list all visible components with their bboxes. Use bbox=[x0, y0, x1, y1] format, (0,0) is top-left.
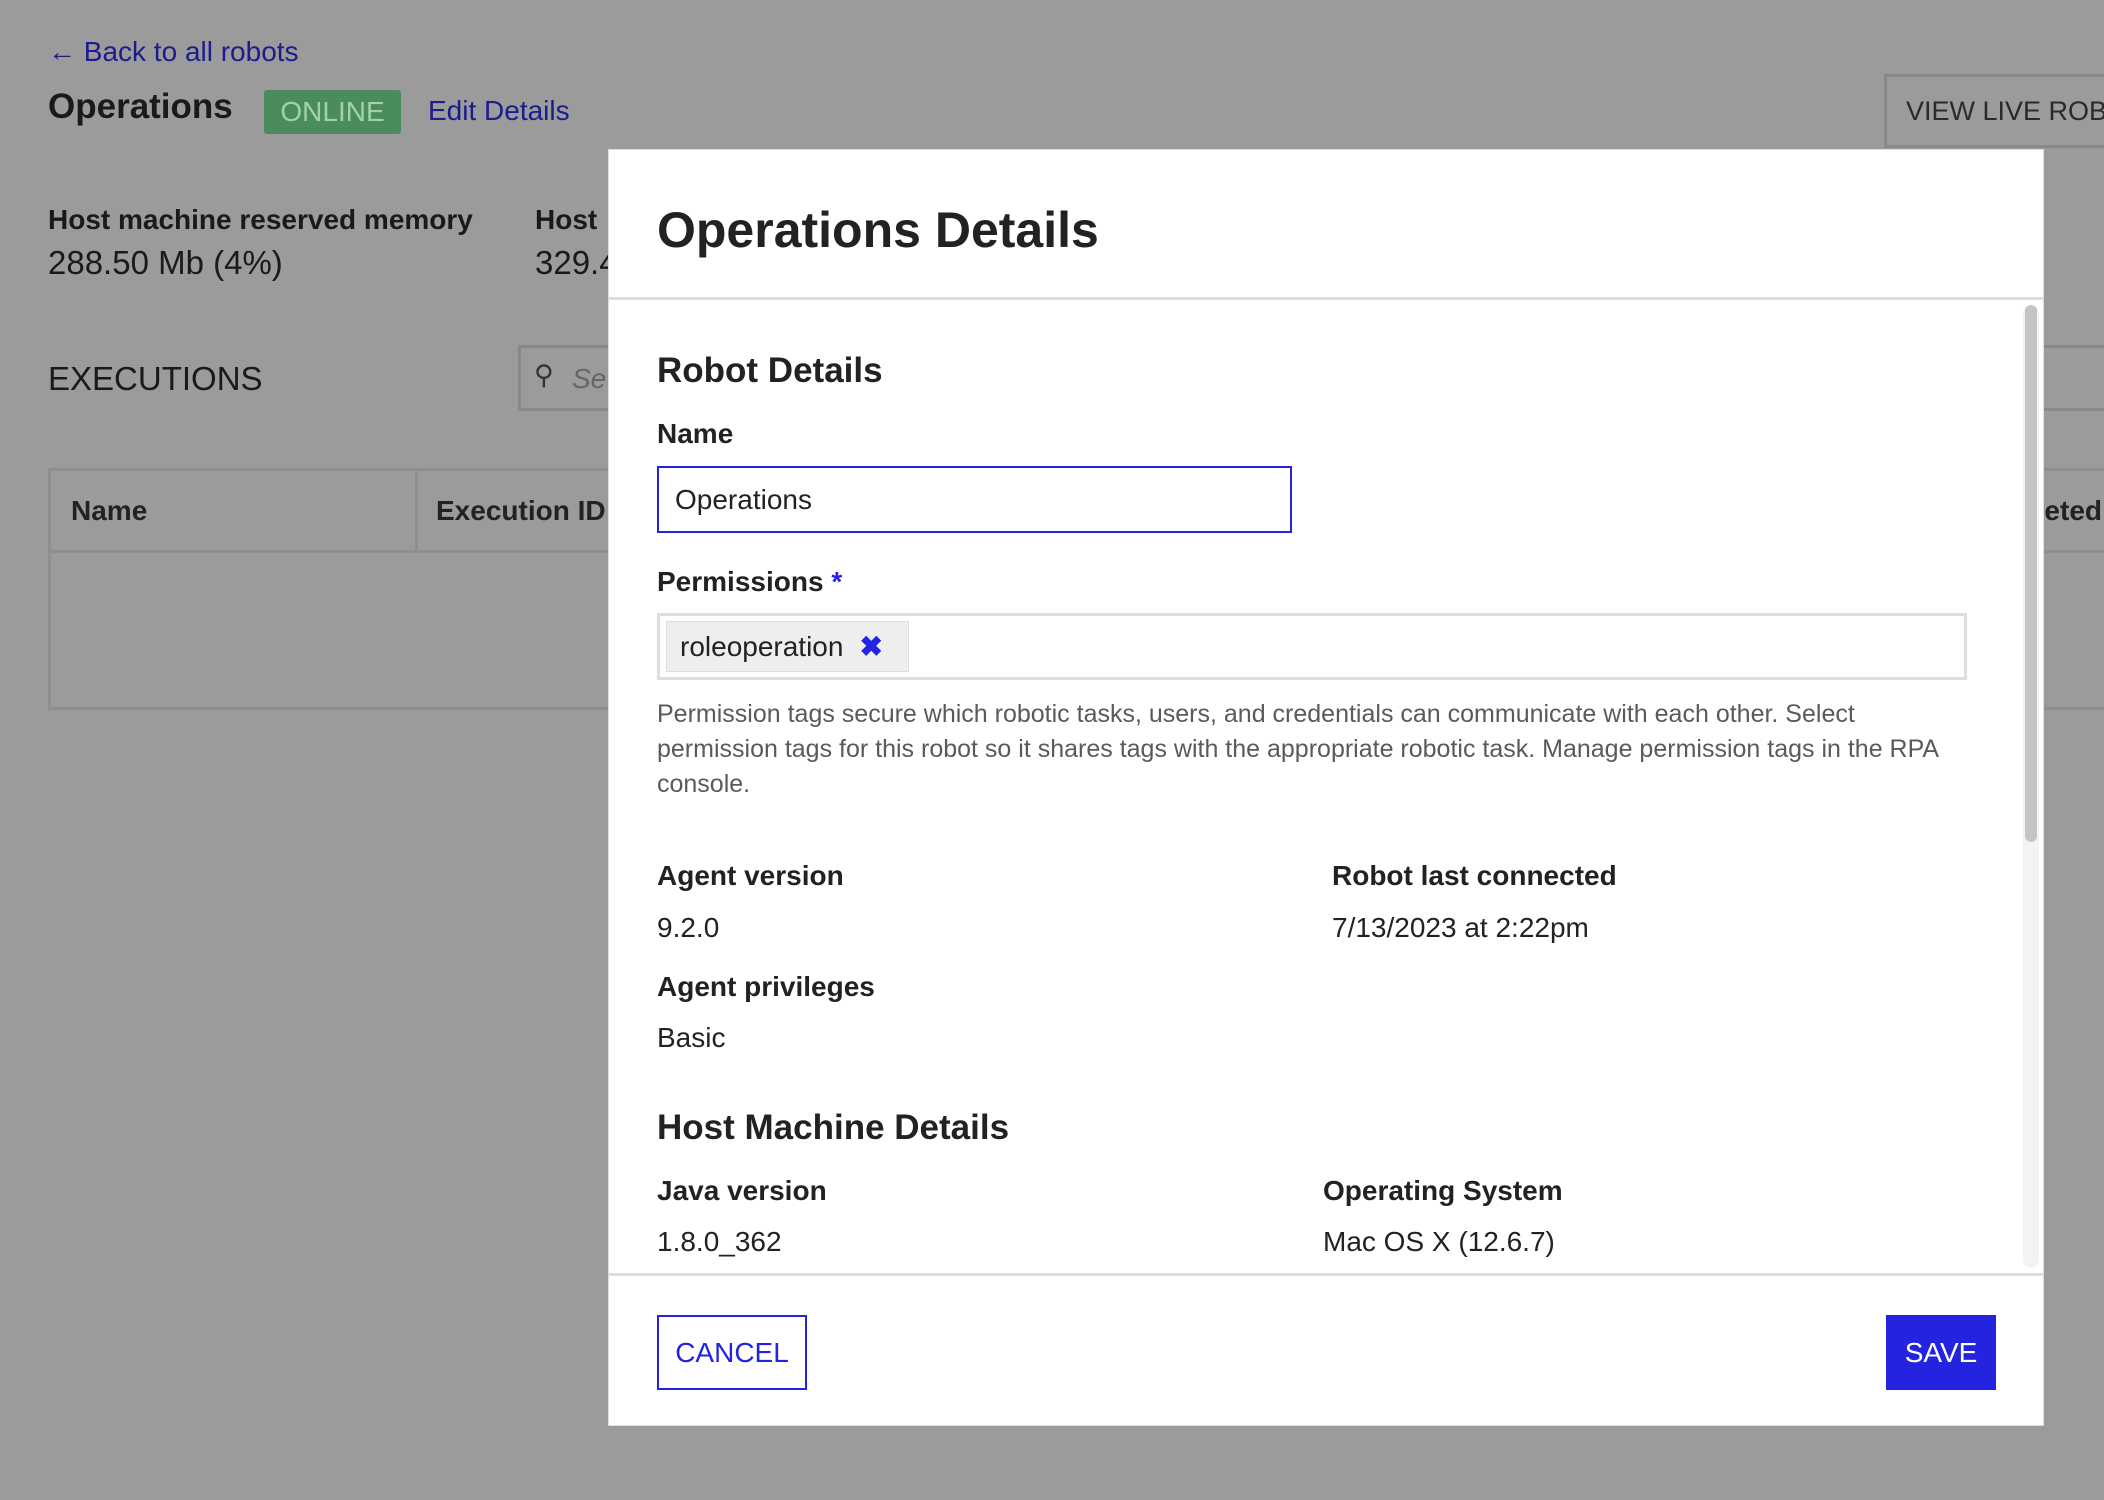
robot-name-heading: Operations bbox=[48, 87, 233, 126]
save-button[interactable]: SAVE bbox=[1886, 1315, 1996, 1390]
modal-title: Operations Details bbox=[657, 202, 1099, 258]
robot-details-heading: Robot Details bbox=[657, 351, 883, 390]
cancel-button[interactable]: CANCEL bbox=[657, 1315, 807, 1390]
stat-label: Host bbox=[535, 204, 598, 235]
modal-body: Robot Details Name Permissions * roleope… bbox=[609, 300, 2043, 1273]
permissions-help-text: Permission tags secure which robotic tas… bbox=[657, 700, 1938, 798]
modal-footer: CANCEL SAVE bbox=[609, 1273, 2043, 1425]
robot-details-modal: Operations Details Robot Details Name Pe… bbox=[608, 149, 2044, 1426]
operating-system-value: Mac OS X (12.6.7) bbox=[1323, 1226, 1555, 1257]
status-badge: ONLINE bbox=[264, 90, 401, 134]
column-header-execution-id[interactable]: Execution ID bbox=[436, 495, 606, 527]
permissions-tag-input[interactable]: roleoperation ✖ bbox=[657, 613, 1967, 680]
last-connected-value: 7/13/2023 at 2:22pm bbox=[1332, 912, 1589, 943]
java-version-value: 1.8.0_362 bbox=[657, 1226, 782, 1257]
stat-value: 288.50 Mb (4%) bbox=[48, 244, 283, 281]
stat-value: 329.4 bbox=[535, 244, 618, 281]
agent-version-label: Agent version bbox=[657, 860, 844, 891]
name-label: Name bbox=[657, 418, 734, 449]
host-machine-heading: Host Machine Details bbox=[657, 1108, 1010, 1147]
permissions-label: Permissions * bbox=[657, 566, 843, 597]
required-indicator: * bbox=[831, 566, 843, 597]
agent-privileges-value: Basic bbox=[657, 1022, 726, 1053]
scrollbar-thumb[interactable] bbox=[2025, 305, 2037, 842]
operating-system-label: Operating System bbox=[1323, 1175, 1563, 1206]
column-header-name[interactable]: Name bbox=[71, 495, 147, 527]
scrollbar-track[interactable] bbox=[2023, 305, 2039, 1268]
agent-version-value: 9.2.0 bbox=[657, 912, 720, 943]
column-header-completed[interactable]: eted bbox=[2044, 495, 2102, 527]
remove-tag-icon[interactable]: ✖ bbox=[859, 630, 882, 663]
permission-tag-chip: roleoperation ✖ bbox=[666, 621, 909, 672]
last-connected-label: Robot last connected bbox=[1332, 860, 1617, 891]
name-input[interactable] bbox=[657, 466, 1292, 533]
java-version-label: Java version bbox=[657, 1175, 827, 1206]
executions-heading: EXECUTIONS bbox=[48, 360, 263, 397]
arrow-left-icon: ← bbox=[48, 36, 76, 67]
modal-header: Operations Details bbox=[609, 150, 2043, 300]
agent-privileges-label: Agent privileges bbox=[657, 971, 875, 1002]
stat-label: Host machine reserved memory bbox=[48, 204, 473, 235]
back-to-robots-link[interactable]: ← Back to all robots bbox=[48, 36, 299, 68]
view-live-robot-button[interactable]: VIEW LIVE ROB bbox=[1884, 74, 2104, 148]
edit-details-link[interactable]: Edit Details bbox=[428, 95, 570, 127]
search-icon: ⚲ bbox=[534, 360, 554, 390]
